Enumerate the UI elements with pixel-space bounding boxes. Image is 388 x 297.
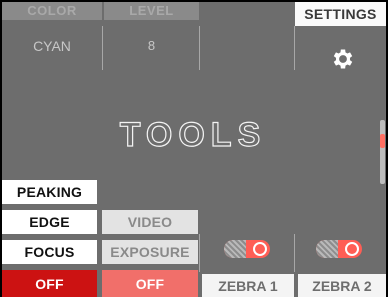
- color-tab[interactable]: COLOR: [2, 2, 102, 20]
- level-tab[interactable]: LEVEL: [104, 2, 199, 20]
- toggle-track-hatch: [224, 240, 246, 258]
- focus-off-button[interactable]: OFF: [2, 270, 97, 297]
- level-value[interactable]: 8: [104, 26, 199, 66]
- settings-tab[interactable]: SETTINGS: [295, 2, 386, 26]
- tools-screen: COLOR LEVEL SETTINGS CYAN 8 TOOLS PEAKIN…: [0, 0, 388, 297]
- scrollbar-thumb[interactable]: [380, 134, 385, 148]
- video-button[interactable]: VIDEO: [102, 210, 198, 234]
- toggle-track-hatch: [316, 240, 338, 258]
- toggle-knob: [345, 242, 359, 256]
- color-value[interactable]: CYAN: [2, 26, 102, 66]
- page-title: TOOLS: [119, 115, 267, 154]
- exposure-button[interactable]: EXPOSURE: [102, 240, 198, 264]
- exposure-off-button[interactable]: OFF: [102, 270, 198, 297]
- divider: [199, 26, 200, 70]
- toggle-knob: [253, 242, 267, 256]
- divider: [294, 234, 295, 272]
- zebra1-label[interactable]: ZEBRA 1: [202, 274, 294, 297]
- peaking-button[interactable]: PEAKING: [2, 180, 97, 204]
- page-title-text: TOOLS: [120, 116, 267, 154]
- divider: [294, 26, 295, 70]
- edge-button[interactable]: EDGE: [2, 210, 97, 234]
- zebra2-toggle[interactable]: [316, 240, 362, 258]
- zebra1-toggle[interactable]: [224, 240, 270, 258]
- gear-icon[interactable]: [330, 46, 356, 72]
- divider: [199, 234, 200, 272]
- zebra2-label[interactable]: ZEBRA 2: [298, 274, 386, 297]
- scrollbar-track[interactable]: [380, 120, 385, 184]
- divider: [102, 26, 103, 70]
- focus-button[interactable]: FOCUS: [2, 240, 97, 264]
